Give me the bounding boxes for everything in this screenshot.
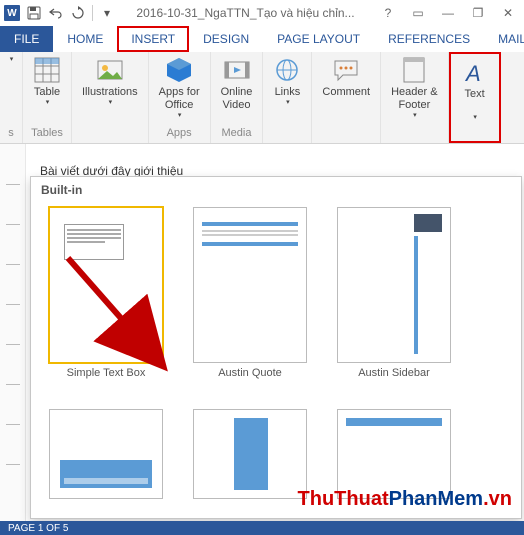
ribbon-insert: ▾ s Table▾ Tables Illustrations▾ Apps fo… (0, 52, 524, 144)
tab-page-layout[interactable]: PAGE LAYOUT (263, 26, 374, 52)
group-media-label: Media (222, 125, 252, 141)
gallery-grid: Simple Text Box Austin Quote (31, 203, 521, 503)
gallery-item-austin-sidebar[interactable]: Austin Sidebar (337, 207, 451, 379)
ribbon-tabs: FILE HOME INSERT DESIGN PAGE LAYOUT REFE… (0, 26, 524, 52)
table-button[interactable]: Table▾ (27, 54, 67, 110)
help-icon[interactable]: ? (376, 5, 400, 21)
undo-icon[interactable] (48, 5, 64, 21)
text-box-gallery: Built-in Simple Text Box (30, 176, 522, 519)
redo-icon[interactable] (70, 5, 86, 21)
table-button-label: Table (34, 86, 60, 99)
ribbon-options-icon[interactable]: ▭ (406, 5, 430, 21)
group-apps-label: Apps (167, 125, 192, 141)
gallery-section-builtin: Built-in (31, 177, 521, 203)
text-label: Text (464, 88, 484, 101)
links-label: Links (275, 86, 301, 99)
pages-button[interactable]: ▾ (4, 54, 18, 66)
apps-for-office-button[interactable]: Apps for Office▾ (153, 54, 206, 123)
restore-icon[interactable]: ❐ (466, 5, 490, 21)
thumb-row2-2 (193, 409, 307, 499)
tab-references[interactable]: REFERENCES (374, 26, 484, 52)
group-pages: ▾ s (0, 52, 23, 143)
tab-home[interactable]: HOME (53, 26, 117, 52)
title-bar: W ▾ 2016-10-31_NgaTTN_Tạo và hiệu chỉn..… (0, 0, 524, 26)
close-icon[interactable]: ✕ (496, 5, 520, 21)
header-footer-button[interactable]: Header & Footer▾ (385, 54, 443, 123)
thumb-austin-quote (193, 207, 307, 363)
gallery-item-row2-3[interactable] (337, 409, 451, 499)
illustrations-button[interactable]: Illustrations▾ (76, 54, 144, 110)
illustrations-label: Illustrations (82, 86, 138, 99)
comment-icon (332, 56, 360, 84)
online-video-button[interactable]: Online Video (215, 54, 259, 114)
thumb-row2-3 (337, 409, 451, 499)
gallery-item-simple-text-box[interactable]: Simple Text Box (49, 207, 163, 379)
tab-design[interactable]: DESIGN (189, 26, 263, 52)
links-button[interactable]: Links▾ (267, 54, 307, 110)
qat-customize-icon[interactable]: ▾ (99, 5, 115, 21)
gallery-item-row2-2[interactable] (193, 409, 307, 499)
thumb-austin-sidebar (337, 207, 451, 363)
tab-insert[interactable]: INSERT (117, 26, 189, 52)
comment-label: Comment (322, 86, 370, 99)
thumb-simple-text-box (49, 207, 163, 363)
text-button[interactable]: A Text▾ (455, 56, 495, 125)
video-icon (223, 56, 251, 84)
comment-button[interactable]: Comment (316, 54, 376, 101)
group-header-footer: Header & Footer▾ (381, 52, 448, 143)
text-icon: A (461, 58, 489, 86)
vertical-ruler (0, 144, 26, 521)
group-apps: Apps for Office▾ Apps (149, 52, 211, 143)
group-pages-label: s (8, 125, 14, 141)
header-footer-icon (400, 56, 428, 84)
tab-mailings[interactable]: MAILI... (484, 26, 524, 52)
group-tables: Table▾ Tables (23, 52, 72, 143)
status-bar: PAGE 1 OF 5 (0, 521, 524, 535)
qat-separator (92, 5, 93, 21)
group-comments: Comment (312, 52, 381, 143)
thumb-row2-1 (49, 409, 163, 499)
word-app-icon: W (4, 5, 20, 21)
document-title: 2016-10-31_NgaTTN_Tạo và hiệu chỉn... (121, 6, 370, 20)
document-area: Bài viết dưới đây giới thiệu Built-in Si… (0, 144, 524, 521)
group-media: Online Video Media (211, 52, 264, 143)
gallery-item-austin-quote[interactable]: Austin Quote (193, 207, 307, 379)
group-tables-label: Tables (31, 125, 63, 141)
links-icon (273, 56, 301, 84)
document-body[interactable]: Bài viết dưới đây giới thiệu Built-in Si… (26, 144, 524, 521)
tab-file[interactable]: FILE (0, 26, 53, 52)
save-icon[interactable] (26, 5, 42, 21)
illustrations-icon (96, 56, 124, 84)
group-links: Links▾ (263, 52, 312, 143)
group-illustrations: Illustrations▾ (72, 52, 149, 143)
watermark: ThuThuatPhanMem.vn (298, 488, 512, 511)
svg-text:A: A (464, 61, 481, 85)
gallery-item-row2-1[interactable] (49, 409, 163, 499)
minimize-icon[interactable]: — (436, 5, 460, 21)
page-indicator[interactable]: PAGE 1 OF 5 (8, 523, 68, 534)
group-text-highlighted: A Text▾ (449, 52, 501, 143)
table-icon (33, 56, 61, 84)
apps-icon (165, 56, 193, 84)
